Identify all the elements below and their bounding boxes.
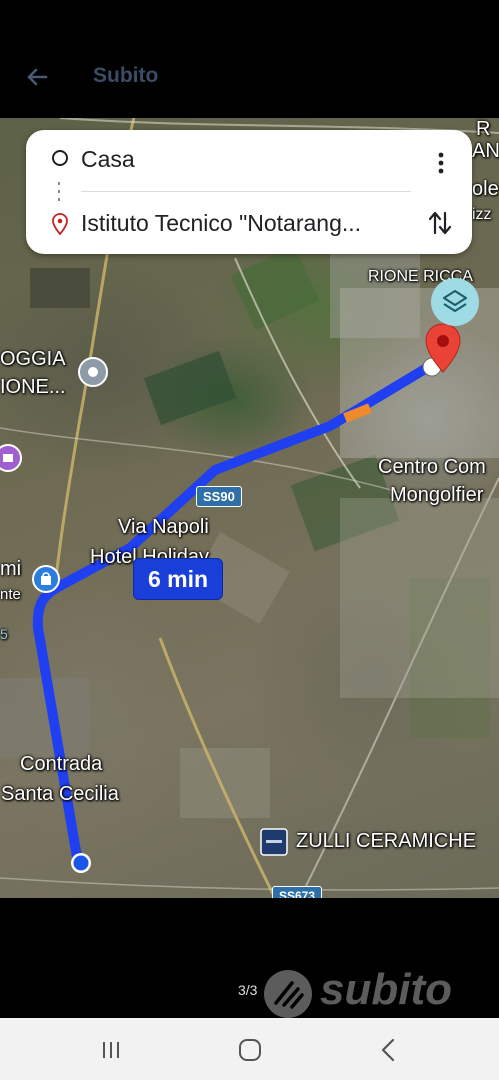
map-label: Contrada (20, 753, 103, 775)
route-dots (58, 182, 60, 202)
map-label: R (476, 118, 491, 140)
recents-icon[interactable] (97, 1036, 125, 1064)
map-label: ZULLI CERAMICHE (296, 830, 477, 852)
destination-pin-icon[interactable] (424, 322, 462, 374)
route-card[interactable]: Casa Istituto Tecnico "Notarang... (26, 130, 472, 254)
map-label: izz (472, 206, 492, 223)
route-duration-badge: 6 min (133, 558, 223, 600)
place-marker-icon[interactable] (78, 356, 108, 392)
app-bar: Subito (0, 0, 499, 118)
back-arrow-icon[interactable] (22, 62, 52, 92)
poi-purple-icon[interactable] (0, 444, 22, 474)
divider (81, 191, 411, 192)
map-label: Santa Cecilia (1, 783, 119, 805)
map-label: Mongolfier (390, 484, 484, 506)
shopping-bag-icon[interactable] (31, 564, 61, 594)
store-marker-icon[interactable] (260, 828, 288, 856)
image-counter: 3/3 (238, 982, 258, 998)
origin-circle-icon (52, 150, 68, 166)
road-shield: SS90 (196, 486, 242, 507)
subito-watermark: subito (262, 963, 482, 1023)
brand-text: subito (320, 965, 452, 1014)
destination-marker-icon (52, 213, 68, 235)
map-label: Centro Com (378, 456, 486, 478)
road-shield: SS673 (272, 886, 323, 898)
layers-button[interactable] (431, 278, 479, 326)
origin-field[interactable]: Casa (81, 146, 401, 173)
more-vert-icon[interactable] (431, 150, 451, 176)
system-nav-bar (0, 1018, 499, 1080)
origin-dot (73, 855, 89, 871)
map-label: nte (0, 586, 21, 603)
map-label: ole (472, 178, 499, 200)
home-icon[interactable] (236, 1036, 264, 1064)
map-label: IONE... (0, 376, 66, 398)
page-title: Subito (93, 64, 159, 87)
map-label: Via Napoli (118, 516, 209, 538)
swap-vert-icon[interactable] (427, 208, 453, 238)
destination-field[interactable]: Istituto Tecnico "Notarang... (81, 210, 416, 237)
map-label: mi (0, 558, 22, 580)
map-label: OGGIA (0, 348, 66, 370)
back-icon[interactable] (375, 1036, 403, 1064)
map-label: ANI (472, 140, 499, 162)
map-label: 5 (0, 626, 8, 642)
layers-icon (442, 289, 468, 313)
